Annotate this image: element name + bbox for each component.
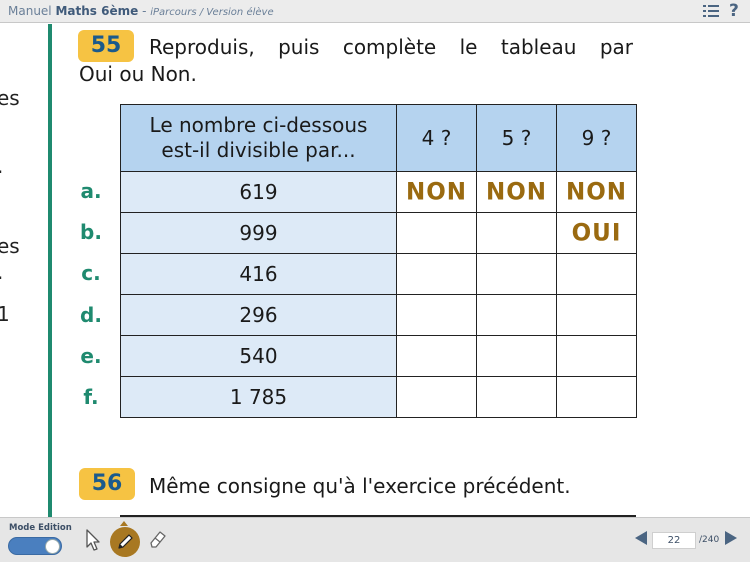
table-header-divisor: 4 ?	[396, 104, 477, 172]
header-line: est-il divisible par...	[161, 138, 356, 162]
divisibility-table: Le nombre ci-dessous est-il divisible pa…	[120, 104, 637, 418]
prev-page-text: .	[0, 154, 3, 178]
next-page-icon[interactable]	[724, 530, 738, 546]
row-labels: a. b. c. d. e. f.	[70, 171, 112, 418]
toggle-knob	[45, 539, 60, 554]
handwritten-answer: NON	[565, 178, 628, 206]
pen-tool-button[interactable]	[110, 527, 140, 557]
table-header-question: Le nombre ci-dessous est-il divisible pa…	[120, 104, 397, 172]
prev-page-text: es	[0, 86, 20, 110]
answer-cell[interactable]	[396, 253, 477, 295]
page-viewer: es . es . 1 55 Reproduis, puis complète …	[0, 24, 750, 517]
help-icon[interactable]: ?	[729, 1, 739, 21]
number-cell: 999	[120, 212, 397, 254]
margin-rule	[48, 24, 52, 517]
row-label: d.	[80, 302, 102, 327]
prev-page-text: .	[0, 260, 3, 284]
header-line: Le nombre ci-dessous	[149, 113, 368, 137]
exercise-number-badge: 55	[78, 30, 134, 62]
row-label: f.	[83, 384, 99, 409]
exercise-number-badge: 56	[79, 468, 135, 500]
mode-edition-label: Mode Edition	[9, 523, 72, 533]
table-header-divisor: 9 ?	[556, 104, 637, 172]
answer-cell[interactable]	[556, 376, 637, 418]
number-cell: 1 785	[120, 376, 397, 418]
table-row: 416	[120, 253, 637, 295]
answer-cell[interactable]	[396, 376, 477, 418]
handwritten-answer: OUI	[571, 219, 622, 247]
prev-page-text: 1	[0, 302, 10, 326]
answer-cell[interactable]	[556, 294, 637, 336]
answer-cell[interactable]: NON	[476, 171, 557, 213]
number-cell: 540	[120, 335, 397, 377]
answer-cell[interactable]	[476, 335, 557, 377]
mode-edition-toggle[interactable]	[8, 537, 62, 555]
top-bar: Manuel Maths 6ème - iParcours / Version …	[0, 0, 750, 23]
book-name: Maths 6ème	[55, 4, 139, 18]
table-row: 999 OUI	[120, 212, 637, 254]
handwritten-answer: NON	[405, 178, 468, 206]
page-number-input[interactable]: 22	[652, 532, 696, 549]
answer-cell[interactable]	[556, 335, 637, 377]
app-name: Manuel	[8, 4, 52, 18]
answer-cell[interactable]	[476, 253, 557, 295]
book-title: Manuel Maths 6ème - iParcours / Version …	[8, 4, 274, 18]
table-row: 1 785	[120, 376, 637, 418]
row-label: c.	[81, 261, 101, 286]
table-row: 296	[120, 294, 637, 336]
answer-cell[interactable]: NON	[396, 171, 477, 213]
bottom-toolbar: Mode Edition 22 /240	[0, 517, 750, 562]
answer-cell[interactable]: OUI	[556, 212, 637, 254]
cursor-icon[interactable]	[85, 528, 101, 552]
table-header-divisor: 5 ?	[476, 104, 557, 172]
prev-page-text: es	[0, 234, 20, 258]
active-tool-indicator-icon	[120, 521, 128, 526]
previous-page-icon[interactable]	[634, 530, 648, 546]
answer-cell[interactable]	[476, 294, 557, 336]
exercise-instruction: Oui ou Non.	[79, 62, 197, 86]
number-cell: 619	[120, 171, 397, 213]
table-row: 619 NON NON NON	[120, 171, 637, 213]
exercise-instruction: Reproduis, puis complète le tableau par	[149, 35, 633, 59]
number-cell: 416	[120, 253, 397, 295]
answer-cell[interactable]	[396, 212, 477, 254]
table-of-contents-icon[interactable]	[703, 4, 719, 19]
number-cell: 296	[120, 294, 397, 336]
answer-cell[interactable]	[396, 335, 477, 377]
answer-cell[interactable]	[476, 212, 557, 254]
book-subtitle: iParcours / Version élève	[150, 7, 274, 18]
answer-cell[interactable]	[476, 376, 557, 418]
answer-cell[interactable]	[396, 294, 477, 336]
eraser-icon[interactable]	[147, 528, 169, 550]
page-total: /240	[699, 535, 720, 545]
row-label: a.	[80, 179, 102, 203]
answer-cell[interactable]: NON	[556, 171, 637, 213]
answer-cell[interactable]	[556, 253, 637, 295]
pen-icon	[118, 534, 133, 549]
handwritten-answer: NON	[485, 178, 548, 206]
exercise-instruction: Même consigne qu'à l'exercice précédent.	[149, 474, 571, 498]
row-label: b.	[80, 220, 102, 245]
title-separator: -	[142, 4, 147, 18]
table-row: 540	[120, 335, 637, 377]
row-label: e.	[80, 343, 102, 368]
